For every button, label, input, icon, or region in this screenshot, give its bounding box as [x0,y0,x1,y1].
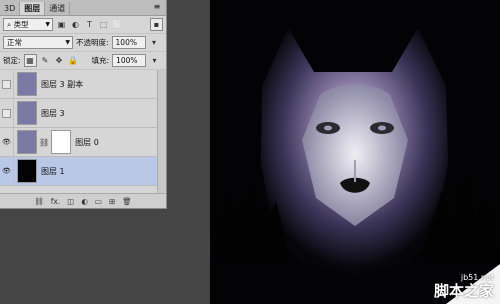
layers-bottom-toolbar: ⛓ fx. ◫ ◐ ▭ ⊞ 🗑 [0,193,166,208]
search-icon: ⌕ [7,20,12,29]
visibility-off-icon [2,108,11,118]
layers-panel: 3D 图层 通道 ≡ ⌕ 类型 ▼ ▣ ◐ T ⬚ ⬜ ▪ 正常 ▼ 不透明度:… [0,0,167,209]
delete-layer-icon[interactable]: 🗑 [122,197,132,206]
lock-transparent-icon[interactable]: ▦ [23,54,37,67]
link-layers-icon[interactable]: ⛓ [34,197,44,206]
shape-filter-icon[interactable]: ⬚ [98,19,109,30]
pixel-filter-icon[interactable]: ▣ [56,19,67,30]
text-filter-icon[interactable]: T [84,19,95,30]
watermark-line2: 脚本之家 [433,281,494,300]
opacity-field[interactable]: 100% [111,36,146,49]
visibility-toggle[interactable]: 👁 [0,157,14,185]
smart-object-filter-icon[interactable]: ⬜ [112,19,123,30]
opacity-label: 不透明度: [76,38,109,47]
panel-menu-icon[interactable]: ≡ [152,2,162,12]
lock-label: 锁定: [3,56,21,65]
layer-row[interactable]: 👁 ⛓ 图层 0 [0,128,166,157]
tab-layers[interactable]: 图层 [20,2,46,15]
filter-type-select[interactable]: ⌕ 类型 ▼ [3,18,53,31]
tab-channels[interactable]: 通道 [45,2,71,15]
layer-name: 图层 3 副本 [41,79,84,89]
lock-position-icon[interactable]: ✥ [54,55,65,66]
blend-mode-value: 正常 [7,38,22,47]
layer-name: 图层 3 [41,108,65,118]
layer-row[interactable]: 图层 3 [0,99,166,128]
layer-row[interactable]: 图层 3 副本 [0,70,166,99]
layer-thumbnail [17,159,37,183]
lock-image-icon[interactable]: ✎ [40,55,51,66]
fill-label: 填充: [91,56,110,65]
add-mask-icon[interactable]: ◫ [67,197,74,206]
visibility-toggle[interactable] [0,99,14,127]
eye-icon: 👁 [2,167,11,175]
fill-value: 100% [116,56,138,65]
wolf-image [210,0,500,304]
visibility-off-icon [2,79,11,89]
visibility-toggle[interactable]: 👁 [0,128,14,156]
layer-row[interactable]: 👁 图层 1 [0,157,166,186]
group-icon[interactable]: ▭ [95,197,102,206]
adjustment-layer-icon[interactable]: ◐ [81,197,88,206]
chevron-down-icon: ▼ [45,21,50,28]
layer-thumbnail [17,101,37,125]
layer-mask-thumbnail[interactable] [51,130,72,154]
chevron-down-icon: ▼ [65,39,70,46]
blend-mode-select[interactable]: 正常 ▼ [3,36,73,49]
lock-all-icon[interactable]: 🔒 [68,55,79,66]
layers-list: 图层 3 副本 图层 3 👁 ⛓ 图层 0 👁 图层 1 [0,70,166,186]
layer-thumbnail [17,130,37,154]
watermark: jb51.net 脚本之家 [433,273,494,300]
opacity-dropdown-icon[interactable]: ▾ [149,37,160,48]
layer-name: 图层 0 [75,137,99,147]
tab-3d[interactable]: 3D [0,2,21,15]
filter-label: 类型 [13,20,29,29]
fx-icon[interactable]: fx. [51,197,60,206]
lock-row: 锁定: ▦ ✎ ✥ 🔒 填充: 100% ▾ [0,52,166,70]
panel-tabs: 3D 图层 通道 ≡ [0,0,166,16]
layer-thumbnail [17,72,37,96]
layer-name: 图层 1 [41,166,65,176]
layers-scrollbar[interactable] [157,70,166,194]
fill-dropdown-icon[interactable]: ▾ [149,55,160,66]
eye-icon: 👁 [2,138,11,146]
filter-row: ⌕ 类型 ▼ ▣ ◐ T ⬚ ⬜ ▪ [0,16,166,34]
blend-row: 正常 ▼ 不透明度: 100% ▾ [0,34,166,52]
new-layer-icon[interactable]: ⊞ [109,197,115,206]
fill-field[interactable]: 100% [112,54,147,67]
visibility-toggle[interactable] [0,70,14,98]
link-icon[interactable]: ⛓ [39,138,49,147]
adjustment-filter-icon[interactable]: ◐ [70,19,81,30]
filter-toggle-icon[interactable]: ▪ [150,18,163,31]
opacity-value: 100% [115,38,137,47]
document-canvas[interactable]: jb51.net 脚本之家 [210,0,500,304]
